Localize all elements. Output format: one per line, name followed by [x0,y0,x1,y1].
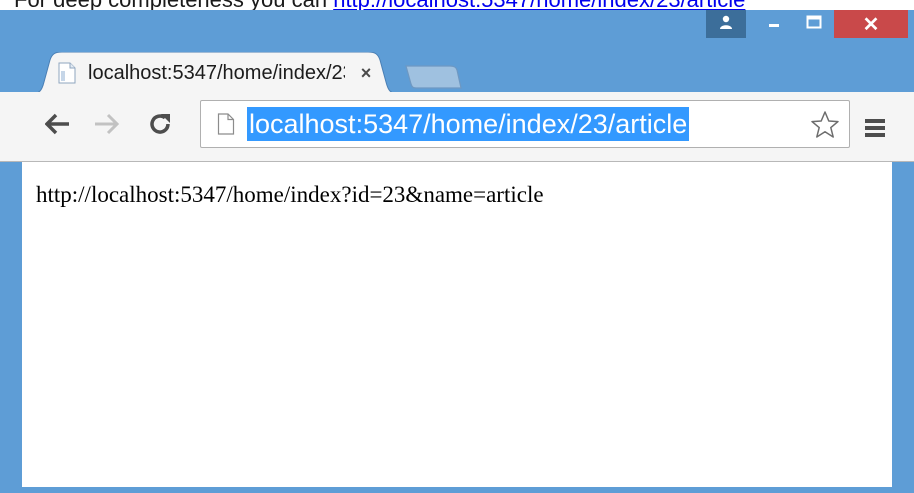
page-icon [56,61,78,85]
forward-arrow-icon [93,113,120,140]
user-icon [718,14,734,35]
browser-toolbar: localhost:5347/home/index/23/article [0,92,914,162]
tab-title: localhost:5347/home/index/23/article [88,61,345,84]
window-frame-bottom [0,487,914,493]
minimize-button[interactable] [754,10,794,38]
forward-button[interactable] [88,108,124,144]
url-text-selected[interactable]: localhost:5347/home/index/23/article [247,107,690,141]
page-body-text: http://localhost:5347/home/index?id=23&n… [36,182,544,207]
maximize-button[interactable] [794,10,834,38]
new-tab-icon[interactable] [404,64,462,90]
hamburger-menu-icon[interactable] [860,114,890,142]
background-document-text: For deep completeness you can http://loc… [14,0,745,10]
browser-window: ✕ localhost:5347/home/index/23/article × [0,10,914,493]
window-frame-left [0,162,22,493]
background-prefix-text: For deep completeness you can [14,0,327,10]
reload-icon [148,112,172,141]
background-document-strip: For deep completeness you can http://loc… [0,0,914,10]
back-button[interactable] [40,108,76,144]
tab-close-button[interactable]: × [355,63,377,84]
star-icon[interactable] [807,107,843,143]
reload-button[interactable] [142,108,178,144]
title-bar[interactable]: ✕ localhost:5347/home/index/23/article × [0,10,914,94]
minimize-icon [767,15,781,34]
window-controls: ✕ [706,10,908,38]
maximize-icon [806,15,822,34]
window-frame-right [892,162,914,493]
address-bar[interactable]: localhost:5347/home/index/23/article [200,100,850,148]
back-arrow-icon [44,113,71,140]
close-window-button[interactable]: ✕ [834,10,908,38]
active-tab-content[interactable]: localhost:5347/home/index/23/article × [56,56,386,90]
page-info-icon[interactable] [217,113,237,137]
page-content: http://localhost:5347/home/index?id=23&n… [22,162,892,487]
background-link[interactable]: http://localhost:5347/home/index/23/arti… [333,0,745,10]
close-icon: ✕ [862,13,880,36]
user-profile-button[interactable] [706,10,746,38]
